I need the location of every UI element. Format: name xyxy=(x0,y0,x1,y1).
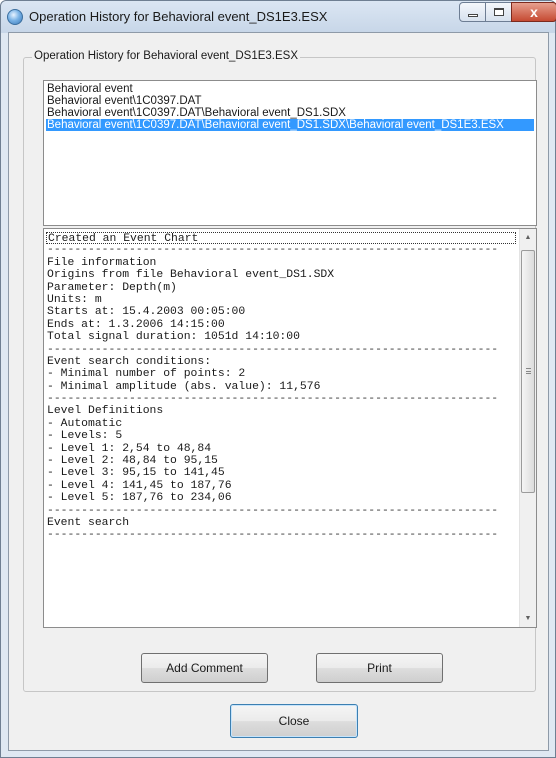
log-line: Level Definitions xyxy=(47,405,164,418)
log-line: - Levels: 5 xyxy=(47,430,123,443)
log-line: Ends at: 1.3.2006 14:15:00 xyxy=(47,318,225,331)
log-line: Parameter: Depth(m) xyxy=(47,281,177,294)
maximize-icon xyxy=(493,8,504,16)
window-title: Operation History for Behavioral event_D… xyxy=(29,9,328,24)
log-line: Starts at: 15.4.2003 00:05:00 xyxy=(47,306,246,319)
app-globe-icon xyxy=(7,9,23,25)
log-line: Event search xyxy=(47,516,130,529)
scroll-grip-icon xyxy=(526,368,531,374)
add-comment-button[interactable]: Add Comment xyxy=(141,653,268,683)
log-line: - Minimal amplitude (abs. value): 11,576 xyxy=(47,380,321,393)
log-line: Origins from file Behavioral event_DS1.S… xyxy=(47,269,335,282)
caption-buttons: x xyxy=(459,2,556,22)
log-line: Total signal duration: 1051d 14:10:00 xyxy=(47,331,300,344)
operation-log-textarea[interactable]: Created an Event Chart ------------------… xyxy=(43,228,537,628)
operation-log-text: Created an Event Chart ------------------… xyxy=(46,232,519,542)
log-line-focused: Created an Event Chart xyxy=(46,232,516,245)
log-line: ----------------------------------------… xyxy=(47,504,499,517)
log-line: ----------------------------------------… xyxy=(47,393,499,406)
close-window-button[interactable]: x xyxy=(511,2,556,22)
log-line: - Level 4: 141,45 to 187,76 xyxy=(47,479,232,492)
log-vertical-scrollbar[interactable]: ▲ ▼ xyxy=(519,229,536,627)
log-line: File information xyxy=(47,256,157,269)
history-list-item[interactable]: Behavioral event xyxy=(46,83,536,95)
history-list-item[interactable]: Behavioral event\1C0397.DAT\Behavioral e… xyxy=(46,107,536,119)
log-line: ----------------------------------------… xyxy=(47,529,499,542)
history-list[interactable]: Behavioral event Behavioral event\1C0397.… xyxy=(43,80,537,226)
log-line: ----------------------------------------… xyxy=(47,343,499,356)
close-icon: x xyxy=(530,4,538,20)
log-line: Units: m xyxy=(47,293,102,306)
log-line: - Level 3: 95,15 to 141,45 xyxy=(47,467,225,480)
scroll-down-arrow-icon[interactable]: ▼ xyxy=(520,610,536,627)
log-line: - Level 1: 2,54 to 48,84 xyxy=(47,442,212,455)
log-line: - Minimal number of points: 2 xyxy=(47,368,246,381)
minimize-icon xyxy=(467,13,478,17)
history-list-item[interactable]: Behavioral event\1C0397.DAT xyxy=(46,95,536,107)
history-list-item[interactable]: Behavioral event\1C0397.DAT\Behavioral e… xyxy=(46,119,534,131)
scroll-thumb[interactable] xyxy=(521,250,535,493)
groupbox-label: Operation History for Behavioral event_D… xyxy=(32,50,300,62)
log-line: - Level 5: 187,76 to 234,06 xyxy=(47,492,232,505)
scroll-up-arrow-icon[interactable]: ▲ xyxy=(520,229,536,246)
close-button[interactable]: Close xyxy=(230,704,358,738)
log-line: ----------------------------------------… xyxy=(47,244,499,257)
log-line: Event search conditions: xyxy=(47,355,212,368)
log-line: - Level 2: 48,84 to 95,15 xyxy=(47,455,218,468)
minimize-button[interactable] xyxy=(459,2,486,22)
maximize-button[interactable] xyxy=(485,2,512,22)
title-bar[interactable]: Operation History for Behavioral event_D… xyxy=(1,1,556,33)
print-button[interactable]: Print xyxy=(316,653,443,683)
log-line: - Automatic xyxy=(47,417,123,430)
